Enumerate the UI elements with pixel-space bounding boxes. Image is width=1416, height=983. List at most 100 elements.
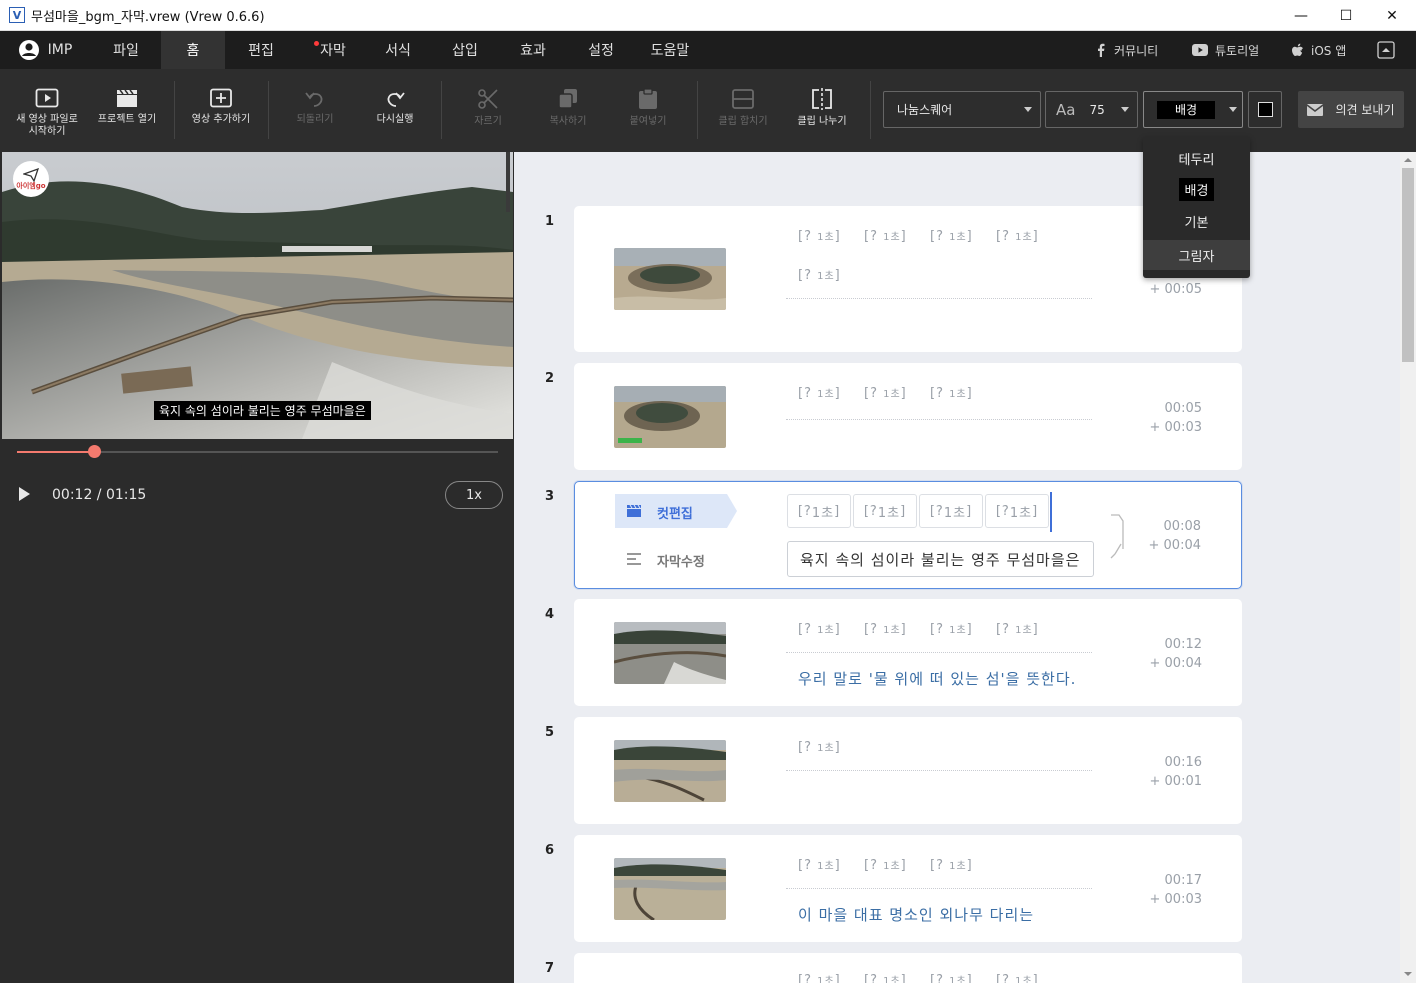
word-token[interactable]: [? 1초] (930, 972, 973, 983)
word-token[interactable]: [? 1초] (930, 621, 973, 637)
word-token[interactable]: [? 1초] (864, 385, 907, 401)
style-option-outline[interactable]: 테두리 (1143, 143, 1250, 173)
word-token[interactable]: [? 1초] (919, 494, 983, 528)
clip-subtitle[interactable]: 우리 말로 '물 위에 떠 있는 섬'을 뜻한다. (798, 668, 1076, 689)
mail-icon (1307, 103, 1324, 116)
word-token[interactable]: [? 1초] (787, 494, 851, 528)
open-project-button[interactable]: 프로젝트 열기 (92, 69, 162, 152)
font-size-select[interactable]: Aa 75 (1045, 91, 1138, 128)
minimize-button[interactable]: — (1278, 0, 1324, 31)
word-token[interactable]: [? 1초] (798, 621, 841, 637)
clip-thumbnail[interactable] (614, 248, 726, 310)
word-token[interactable]: [? 1초] (930, 228, 973, 244)
word-duration: 1초 (817, 976, 835, 983)
clip-duration: + 00:01 (1149, 774, 1203, 789)
word-token[interactable]: [? 1초] (853, 494, 917, 528)
word-token[interactable]: [? 1초] (798, 739, 841, 755)
word-token[interactable]: [? 1초] (798, 972, 841, 983)
clip-thumbnail[interactable] (614, 622, 726, 684)
tab-subtitle[interactable]: 자막 (303, 31, 363, 69)
word-token[interactable]: [? 1초] (798, 385, 841, 401)
add-video-button[interactable]: 영상 추가하기 (186, 69, 256, 152)
clip-card[interactable]: [? 1초] [? 1초] [? 1초] [? 1초] 우리 말로 '물 위에 … (574, 599, 1242, 706)
text-style-select[interactable]: 배경 (1143, 91, 1243, 128)
clip-start-time: 00:05 (1164, 401, 1202, 416)
word-token[interactable]: [? 1초] (864, 228, 907, 244)
redo-button[interactable]: 다시실행 (363, 69, 427, 152)
split-icon (812, 88, 832, 110)
undo-button[interactable]: 되돌리기 (283, 69, 347, 152)
style-option-shadow[interactable]: 그림자 (1143, 240, 1250, 270)
word-token[interactable]: [? 1초] (930, 385, 973, 401)
window-titlebar: V 무섬마을_bgm_자막.vrew (Vrew 0.6.6) — ☐ ✕ (0, 0, 1416, 31)
subtitle-edit-tab[interactable]: 자막수정 (615, 542, 727, 576)
paste-button[interactable]: 붙여넣기 (618, 69, 678, 152)
scroll-up-arrow-icon[interactable] (1400, 154, 1416, 166)
word-duration: 1초 (1015, 232, 1033, 243)
word-token[interactable]: [? 1초] (985, 494, 1049, 528)
tab-file[interactable]: 파일 (96, 31, 156, 69)
clip-thumbnail[interactable] (614, 740, 726, 802)
open-project-label: 프로젝트 열기 (97, 114, 157, 125)
word-token[interactable]: [? 1초] (996, 972, 1039, 983)
maximize-button[interactable]: ☐ (1323, 0, 1369, 31)
tab-insert[interactable]: 삽입 (435, 31, 495, 69)
word-token[interactable]: [? 1초] (798, 857, 841, 873)
clip-card[interactable]: [? 1초] [? 1초] [? 1초] [? 1초] (574, 953, 1242, 983)
ios-app-link[interactable]: iOS 앱 (1291, 31, 1346, 69)
redo-label: 다시실행 (376, 114, 414, 125)
word-token[interactable]: [? 1초] (930, 857, 973, 873)
tab-help[interactable]: 도움말 (640, 31, 700, 69)
word-token[interactable]: [? 1초] (864, 972, 907, 983)
split-clip-button[interactable]: 클립 나누기 (790, 69, 854, 152)
word-token[interactable]: [? 1초] (798, 267, 841, 283)
clip-card[interactable]: [? 1초] [? 1초] [? 1초] [? 1초] [? 1초] + 00:… (574, 206, 1242, 352)
tab-subtitle-label: 자막 (320, 43, 346, 59)
play-button[interactable] (17, 486, 31, 506)
feedback-button[interactable]: 의견 보내기 (1298, 91, 1404, 128)
word-token[interactable]: [? 1초] (996, 228, 1039, 244)
clip-card[interactable]: [? 1초] 00:16 + 00:01 (574, 717, 1242, 824)
clip-thumbnail[interactable] (614, 858, 726, 920)
paper-plane-icon (23, 168, 39, 182)
background-color-picker[interactable] (1248, 91, 1282, 128)
collapse-toolbar-button[interactable] (1377, 31, 1395, 69)
word-token[interactable]: [? 1초] (798, 228, 841, 244)
clip-subtitle[interactable]: 이 마을 대표 명소인 외나무 다리는 (798, 904, 1034, 925)
undo-icon (305, 92, 323, 107)
font-family-select[interactable]: 나눔스퀘어 (883, 91, 1041, 128)
cut-button[interactable]: 자르기 (458, 69, 518, 152)
clip-card[interactable]: [? 1초] [? 1초] [? 1초] 이 마을 대표 명소인 외나무 다리는… (574, 835, 1242, 942)
tab-effect[interactable]: 효과 (503, 31, 563, 69)
word-token[interactable]: [? 1초] (864, 857, 907, 873)
merge-clip-button[interactable]: 클립 합치기 (711, 69, 775, 152)
tutorial-link[interactable]: 튜토리얼 (1192, 31, 1259, 69)
clip-number: 3 (545, 489, 555, 504)
collapse-up-icon (1377, 41, 1395, 59)
new-video-project-button[interactable]: 새 영상 파일로 시작하기 (8, 69, 86, 152)
playback-speed-button[interactable]: 1x (445, 481, 503, 509)
seek-bar[interactable] (17, 445, 498, 458)
word-token[interactable]: [? 1초] (864, 621, 907, 637)
style-option-background[interactable]: 배경 (1143, 174, 1250, 204)
video-preview[interactable]: 아이엠go 육지 속의 섬이라 불리는 영주 무섬마을은 (2, 152, 513, 439)
clip-list-scrollbar[interactable] (1400, 152, 1416, 983)
seek-handle[interactable] (87, 445, 101, 458)
scroll-thumb[interactable] (1402, 168, 1414, 362)
cut-edit-tab[interactable]: 컷편집 (615, 494, 727, 528)
style-option-default[interactable]: 기본 (1143, 206, 1250, 236)
user-menu[interactable]: IMP (10, 31, 80, 69)
tab-edit[interactable]: 편집 (231, 31, 291, 69)
word-token[interactable]: [? 1초] (996, 621, 1039, 637)
scroll-down-arrow-icon[interactable] (1400, 968, 1416, 980)
clip-thumbnail[interactable] (614, 386, 726, 448)
tab-settings[interactable]: 설정 (571, 31, 631, 69)
tab-home[interactable]: 홈 (161, 31, 225, 69)
copy-button[interactable]: 복사하기 (538, 69, 598, 152)
close-button[interactable]: ✕ (1369, 0, 1415, 31)
subtitle-text-input[interactable]: 육지 속의 섬이라 불리는 영주 무섬마을은 (787, 541, 1094, 577)
tab-format[interactable]: 서식 (368, 31, 428, 69)
clip-card-selected[interactable]: 컷편집 자막수정 [? 1초] [? 1초] [? 1초] [? 1초] 육지 … (574, 481, 1242, 589)
community-link[interactable]: 커뮤니티 (1096, 31, 1158, 69)
clip-card[interactable]: [? 1초] [? 1초] [? 1초] 00:05 + 00:03 (574, 363, 1242, 470)
